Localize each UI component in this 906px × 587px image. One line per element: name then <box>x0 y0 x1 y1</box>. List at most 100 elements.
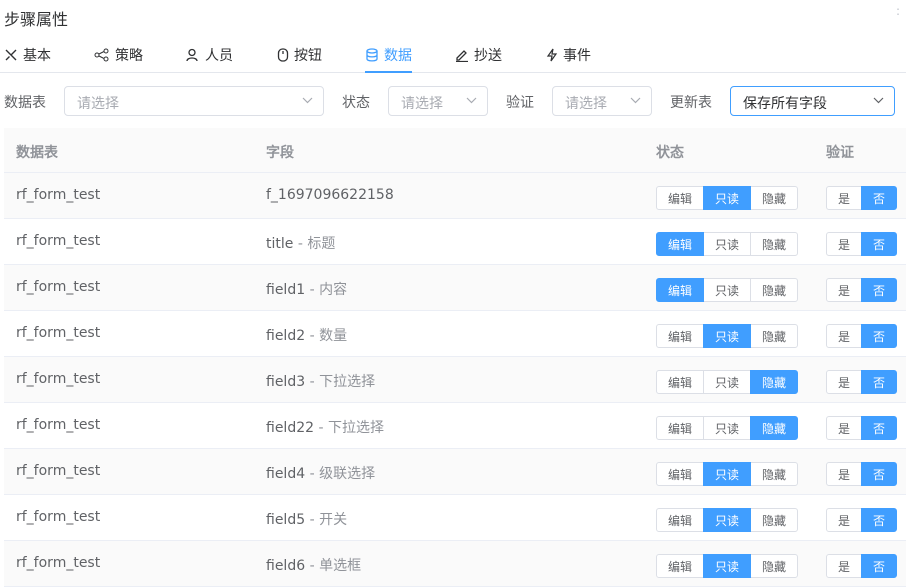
status-option-button[interactable]: 只读 <box>703 508 751 532</box>
verify-option-button[interactable]: 否 <box>861 370 897 394</box>
select-placeholder: 请选择 <box>77 96 119 112</box>
field-name: field3 <box>266 374 306 390</box>
status-option-button[interactable]: 编辑 <box>656 462 704 486</box>
lightning-icon <box>546 48 558 61</box>
field-separator: - <box>293 236 308 252</box>
status-option-button[interactable]: 隐藏 <box>750 278 798 302</box>
field-description: 单选框 <box>319 558 362 574</box>
status-radio-group: 编辑 只读 隐藏 <box>656 370 798 394</box>
verify-option-button[interactable]: 是 <box>826 416 862 440</box>
status-filter-select[interactable]: 请选择 <box>388 86 488 116</box>
status-option-button[interactable]: 隐藏 <box>750 416 798 440</box>
table-filter-select[interactable]: 请选择 <box>64 86 324 116</box>
verify-option-button[interactable]: 否 <box>861 462 897 486</box>
field-separator: - <box>305 512 320 528</box>
column-header-table: 数据表 <box>16 145 58 161</box>
update-table-select[interactable]: 保存所有字段 <box>730 86 895 116</box>
tab-label: 抄送 <box>474 47 502 64</box>
tab-strategy[interactable]: 策略 <box>94 38 143 71</box>
verify-option-button[interactable]: 否 <box>861 416 897 440</box>
status-option-button[interactable]: 只读 <box>703 416 751 440</box>
table-row: rf_form_test field22 - 下拉选择 编辑 只读 隐藏 是否 <box>4 403 906 449</box>
verify-option-button[interactable]: 是 <box>826 554 862 578</box>
verify-option-button[interactable]: 是 <box>826 186 862 210</box>
status-option-button[interactable]: 隐藏 <box>750 508 798 532</box>
table-name-cell: rf_form_test <box>16 509 101 525</box>
verify-option-button[interactable]: 是 <box>826 370 862 394</box>
field-name: field1 <box>266 282 306 298</box>
status-radio-group: 编辑 只读 隐藏 <box>656 416 798 440</box>
status-option-button[interactable]: 编辑 <box>656 554 704 578</box>
status-option-button[interactable]: 只读 <box>703 278 751 302</box>
user-icon <box>186 48 198 61</box>
mouse-icon <box>277 47 289 62</box>
status-option-button[interactable]: 编辑 <box>656 324 704 348</box>
table-row: rf_form_test f_1697096622158 编辑 只读 隐藏 是否 <box>4 173 906 219</box>
verify-option-button[interactable]: 是 <box>826 324 862 348</box>
field-description: 级联选择 <box>319 466 376 482</box>
status-option-button[interactable]: 隐藏 <box>750 554 798 578</box>
table-row: rf_form_test field4 - 级联选择 编辑 只读 隐藏 是否 <box>4 449 906 495</box>
status-option-button[interactable]: 只读 <box>703 370 751 394</box>
status-option-button[interactable]: 只读 <box>703 462 751 486</box>
table-header: 数据表 字段 状态 验证 <box>4 128 906 173</box>
tab-label: 策略 <box>115 47 143 64</box>
status-option-button[interactable]: 隐藏 <box>750 462 798 486</box>
status-option-button[interactable]: 编辑 <box>656 508 704 532</box>
tab-cc[interactable]: 抄送 <box>455 38 502 71</box>
tab-buttons[interactable]: 按钮 <box>277 38 322 71</box>
status-option-button[interactable]: 编辑 <box>656 370 704 394</box>
verify-option-button[interactable]: 否 <box>861 232 897 256</box>
field-description: 标题 <box>307 236 336 252</box>
tab-basic[interactable]: 基本 <box>4 38 51 71</box>
verify-option-button[interactable]: 否 <box>861 278 897 302</box>
table-row: rf_form_test field5 - 开关 编辑 只读 隐藏 是否 <box>4 495 906 541</box>
field-cell: f_1697096622158 <box>266 187 394 203</box>
status-radio-group: 编辑 只读 隐藏 <box>656 186 798 210</box>
table-name-cell: rf_form_test <box>16 325 101 341</box>
status-option-button[interactable]: 隐藏 <box>750 370 798 394</box>
status-option-button[interactable]: 隐藏 <box>750 232 798 256</box>
field-separator: - <box>305 282 320 298</box>
tab-people[interactable]: 人员 <box>186 38 233 71</box>
select-placeholder: 请选择 <box>401 96 443 112</box>
status-option-button[interactable]: 隐藏 <box>750 324 798 348</box>
table-name-cell: rf_form_test <box>16 463 101 479</box>
verify-radio-group: 是否 <box>826 508 897 532</box>
close-icon[interactable]: : <box>896 4 900 18</box>
tab-data[interactable]: 数据 <box>365 38 412 73</box>
status-option-button[interactable]: 隐藏 <box>750 186 798 210</box>
tab-label: 人员 <box>205 47 233 64</box>
status-option-button[interactable]: 编辑 <box>656 416 704 440</box>
verify-option-button[interactable]: 是 <box>826 508 862 532</box>
verify-option-button[interactable]: 否 <box>861 508 897 532</box>
panel-title: 步骤属性 <box>4 10 69 29</box>
column-header-field: 字段 <box>266 145 294 161</box>
field-separator: - <box>314 420 328 436</box>
field-name: field2 <box>266 328 306 344</box>
tab-label: 数据 <box>384 47 412 64</box>
verify-radio-group: 是否 <box>826 278 897 302</box>
status-option-button[interactable]: 编辑 <box>656 232 704 256</box>
status-option-button[interactable]: 只读 <box>703 324 751 348</box>
verify-filter-select[interactable]: 请选择 <box>552 86 652 116</box>
column-header-status: 状态 <box>656 145 684 161</box>
status-option-button[interactable]: 只读 <box>703 232 751 256</box>
verify-option-button[interactable]: 是 <box>826 278 862 302</box>
verify-option-button[interactable]: 是 <box>826 462 862 486</box>
verify-option-button[interactable]: 否 <box>861 554 897 578</box>
verify-radio-group: 是否 <box>826 416 897 440</box>
field-name: field4 <box>266 466 306 482</box>
verify-option-button[interactable]: 否 <box>861 324 897 348</box>
tab-events[interactable]: 事件 <box>546 38 591 71</box>
status-option-button[interactable]: 编辑 <box>656 278 704 302</box>
filter-bar: 数据表 请选择 状态 请选择 验证 请选择 更新表 保存所有字段 <box>0 86 906 118</box>
status-option-button[interactable]: 只读 <box>703 554 751 578</box>
verify-option-button[interactable]: 是 <box>826 232 862 256</box>
field-cell: field4 - 级联选择 <box>266 463 375 483</box>
status-option-button[interactable]: 编辑 <box>656 186 704 210</box>
status-option-button[interactable]: 只读 <box>703 186 751 210</box>
field-description: 下拉选择 <box>319 374 376 390</box>
share-icon <box>94 48 109 61</box>
verify-option-button[interactable]: 否 <box>861 186 897 210</box>
